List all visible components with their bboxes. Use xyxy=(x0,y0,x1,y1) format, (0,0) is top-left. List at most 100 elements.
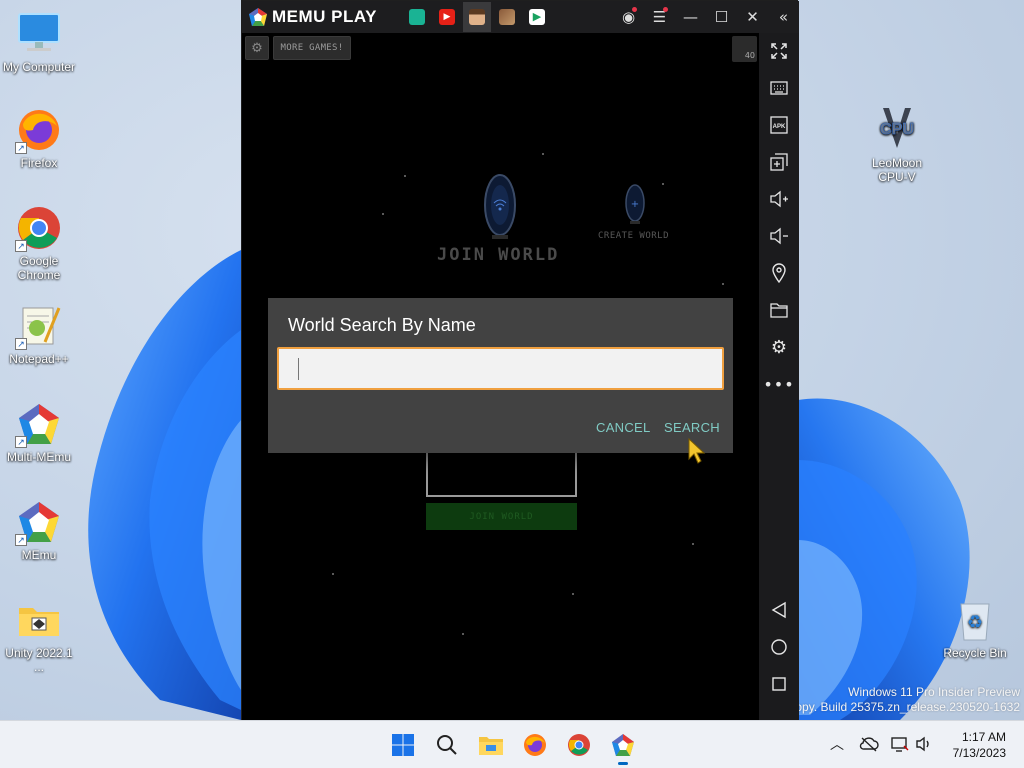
join-world-button[interactable]: JOIN WORLD xyxy=(426,503,577,530)
search-icon xyxy=(437,735,457,755)
taskbar-search-button[interactable] xyxy=(431,729,463,761)
star xyxy=(382,213,384,215)
location-button[interactable] xyxy=(767,261,791,285)
collapse-sidebar-button[interactable]: « xyxy=(768,1,799,33)
add-window-icon xyxy=(770,153,788,171)
show-hidden-icons-button[interactable]: ︿ xyxy=(826,733,848,755)
taskbar-chrome[interactable] xyxy=(563,729,595,761)
more-button[interactable]: ••• xyxy=(763,372,793,396)
taskbar-clock[interactable]: 1:17 AM 7/13/2023 xyxy=(953,729,1006,761)
folder-button[interactable] xyxy=(767,298,791,322)
app-tab-1[interactable] xyxy=(403,2,431,32)
desktop-icon-multi-memu[interactable]: ↗ Multi-MEmu xyxy=(0,400,78,464)
monitor-icon xyxy=(15,10,63,58)
cpu-v-icon: CPU xyxy=(873,106,921,154)
more-icon: ••• xyxy=(763,374,795,394)
close-button[interactable]: ✕ xyxy=(737,1,768,33)
svg-text:♻: ♻ xyxy=(967,612,983,632)
location-icon xyxy=(772,263,786,283)
join-world-portal-icon[interactable] xyxy=(482,173,518,245)
desktop-icon-label: MEmu xyxy=(21,548,57,562)
firefox-icon: ↗ xyxy=(15,106,63,154)
taskbar-memu[interactable] xyxy=(607,729,639,765)
notepadpp-icon: ↗ xyxy=(15,302,63,350)
desktop-icon-memu[interactable]: ↗ MEmu xyxy=(0,498,78,562)
shortcut-arrow-icon: ↗ xyxy=(15,240,27,252)
search-button[interactable]: SEARCH xyxy=(664,420,720,435)
start-button[interactable] xyxy=(387,729,419,761)
desktop-icon-unity[interactable]: Unity 2022.1 ... xyxy=(0,596,78,674)
network-status[interactable] xyxy=(889,733,911,755)
app-tabs: ▶ ▶ xyxy=(403,2,553,32)
desktop-icon-recycle-bin[interactable]: ♻ Recycle Bin xyxy=(936,596,1014,660)
volume-up-icon xyxy=(770,190,788,208)
desktop-icon-label: My Computer xyxy=(2,60,76,74)
keyboard-icon xyxy=(770,81,788,95)
volume-status[interactable] xyxy=(913,733,935,755)
window-controls: ◉ ☰ — ☐ ✕ « xyxy=(613,1,799,33)
double-chevron-left-icon: « xyxy=(778,8,789,26)
taskbar-file-explorer[interactable] xyxy=(475,729,507,761)
maximize-button[interactable]: ☐ xyxy=(706,1,737,33)
desktop-icon-cpu-v[interactable]: CPU LeoMoon CPU-V xyxy=(858,106,936,184)
chevron-up-icon: ︿ xyxy=(830,737,844,753)
emulator-sidebar: APK ⚙ ••• xyxy=(759,33,799,721)
create-world-portal-icon[interactable]: + xyxy=(624,183,646,227)
home-button[interactable] xyxy=(767,635,791,659)
more-games-button[interactable]: MORE GAMES! xyxy=(273,36,351,60)
volume-down-icon xyxy=(770,227,788,245)
svg-text:⚙: ⚙ xyxy=(771,337,787,357)
world-list-box xyxy=(426,453,577,497)
desktop-icon-my-computer[interactable]: My Computer xyxy=(0,10,78,74)
world-name-input[interactable] xyxy=(277,347,724,390)
teal-app-icon xyxy=(408,9,425,25)
cancel-button[interactable]: CANCEL xyxy=(596,420,651,435)
volume-up-button[interactable] xyxy=(767,187,791,211)
speaker-icon xyxy=(916,736,929,752)
onedrive-status[interactable] xyxy=(858,733,880,755)
desktop-icon-notepadpp[interactable]: ↗ Notepad++ xyxy=(0,302,78,366)
level-value: 40 xyxy=(744,51,755,60)
desktop-icon-chrome[interactable]: ↗ Google Chrome xyxy=(0,204,78,282)
account-button[interactable]: ◉ xyxy=(613,1,644,33)
recents-button[interactable] xyxy=(767,672,791,696)
fullscreen-button[interactable] xyxy=(767,39,791,63)
emulator-title-bar[interactable]: MEMU PLAY ▶ ▶ ◉ ☰ — ☐ ✕ « xyxy=(242,1,799,33)
app-tab-play-store[interactable]: ▶ xyxy=(523,2,551,32)
back-button[interactable] xyxy=(767,598,791,622)
dialog-title: World Search By Name xyxy=(288,315,476,335)
keyboard-button[interactable] xyxy=(767,76,791,100)
svg-text:CPU: CPU xyxy=(880,121,914,138)
unity-folder-icon xyxy=(15,596,63,644)
game-app-icon xyxy=(498,9,515,25)
app-tab-4[interactable] xyxy=(493,2,521,32)
desktop-icon-label: Google Chrome xyxy=(17,254,61,282)
desktop-icon-firefox[interactable]: ↗ Firefox xyxy=(0,106,78,170)
taskbar-firefox[interactable] xyxy=(519,729,551,761)
desktop-icon-label: Firefox xyxy=(20,156,58,170)
recycle-bin-icon: ♻ xyxy=(951,596,999,644)
memu-icon: ↗ xyxy=(15,498,63,546)
volume-down-button[interactable] xyxy=(767,224,791,248)
menu-button[interactable]: ☰ xyxy=(644,1,675,33)
clock-date: 7/13/2023 xyxy=(952,746,1006,760)
play-store-icon: ▶ xyxy=(528,9,545,25)
app-tab-youtube[interactable]: ▶ xyxy=(433,2,461,32)
app-tab-minecraft[interactable] xyxy=(462,2,491,32)
multi-memu-icon: ↗ xyxy=(15,400,63,448)
star xyxy=(542,153,544,155)
join-world-label[interactable]: JOIN WORLD xyxy=(437,245,559,265)
create-world-label[interactable]: CREATE WORLD xyxy=(598,231,669,241)
file-explorer-icon xyxy=(479,737,503,755)
desktop-icon-label: Multi-MEmu xyxy=(6,450,71,464)
add-window-button[interactable] xyxy=(767,150,791,174)
settings-button[interactable]: ⚙ xyxy=(767,335,791,359)
star xyxy=(332,573,334,575)
memu-icon xyxy=(612,734,634,756)
chrome-icon xyxy=(568,734,590,756)
apk-button[interactable]: APK xyxy=(767,113,791,137)
minecraft-skin-icon xyxy=(468,9,485,25)
game-settings-button[interactable]: ⚙ xyxy=(245,36,269,60)
minimize-button[interactable]: — xyxy=(675,1,706,33)
network-icon xyxy=(891,737,909,752)
